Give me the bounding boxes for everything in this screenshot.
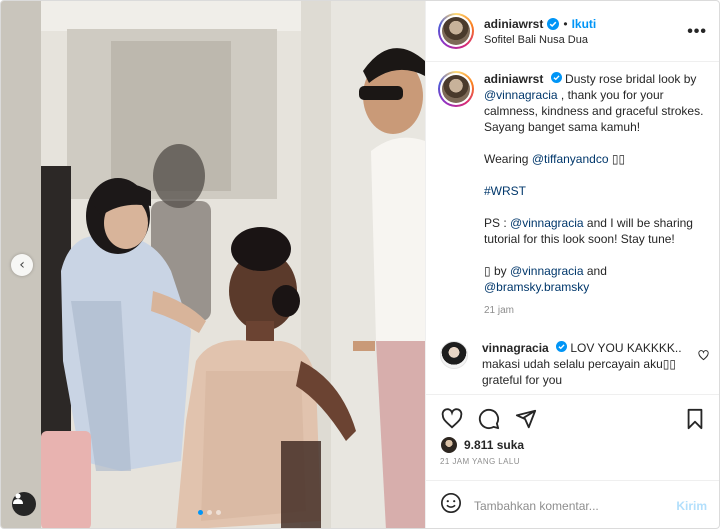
comment-like-heart-icon[interactable] xyxy=(698,348,709,366)
emoji-icon[interactable] xyxy=(440,492,462,519)
posted-time: 21 JAM YANG LALU xyxy=(440,457,520,466)
verified-badge-icon xyxy=(556,341,568,352)
header-separator: • xyxy=(563,16,568,31)
likes-summary[interactable]: 9.811 suka xyxy=(440,436,524,454)
caption-author-avatar[interactable] xyxy=(438,71,474,107)
credit-prefix: ▯ by xyxy=(484,264,510,278)
post-side-panel: adiniawrst • Ikuti Sofitel Bali Nusa Dua… xyxy=(425,1,719,528)
wearing-suffix: ▯▯ xyxy=(608,152,626,166)
add-comment-bar: Tambahkan komentar... Kirim xyxy=(426,480,719,528)
photo-illustration xyxy=(1,1,425,528)
user-icon xyxy=(13,493,23,504)
caption-line1: Dusty rose bridal look by xyxy=(561,72,697,86)
wearing-prefix: Wearing xyxy=(484,152,532,166)
caption-text: adiniawrst Dusty rose bridal look by @vi… xyxy=(484,71,711,319)
chevron-left-icon: ‹ xyxy=(19,257,25,273)
caption-time: 21 jam xyxy=(484,305,515,316)
credit-mention-vinnagracia[interactable]: @vinnagracia xyxy=(510,264,584,278)
verified-badge-icon xyxy=(547,17,560,30)
commenter-username[interactable]: vinnagracia xyxy=(482,341,549,355)
comment-text: vinnagracia LOV YOU KAKKKK.. makasi udah… xyxy=(482,340,687,388)
mention-vinnagracia[interactable]: @vinnagracia xyxy=(484,88,558,102)
credit-and: and xyxy=(583,264,607,278)
comment-bubble-icon[interactable] xyxy=(477,407,501,431)
commenter-avatar[interactable] xyxy=(440,341,468,369)
likes-count[interactable]: 9.811 suka xyxy=(464,438,524,452)
caption-scroll-area[interactable]: adiniawrst Dusty rose bridal look by @vi… xyxy=(438,71,711,321)
mention-tiffanyandco[interactable]: @tiffanyandco xyxy=(532,152,609,166)
more-options-icon[interactable]: ••• xyxy=(687,23,707,41)
carousel-prev-button[interactable]: ‹ xyxy=(11,254,33,276)
author-username[interactable]: adiniawrst xyxy=(484,17,543,31)
post-header: adiniawrst • Ikuti Sofitel Bali Nusa Dua… xyxy=(426,1,719,62)
liker-avatar xyxy=(440,436,458,454)
comment-item: vinnagracia LOV YOU KAKKKK.. makasi udah… xyxy=(438,340,711,388)
credit-mention-bramsky[interactable]: @bramsky.bramsky xyxy=(484,280,589,294)
caption-username[interactable]: adiniawrst xyxy=(484,72,543,86)
hashtag-wrst[interactable]: #WRST xyxy=(484,184,526,198)
instagram-post-modal: ‹ adiniawrst • Ikuti Sofitel Bali Nusa D… xyxy=(0,0,720,529)
tagged-users-button[interactable] xyxy=(12,492,36,516)
author-avatar[interactable] xyxy=(438,13,474,49)
follow-button[interactable]: Ikuti xyxy=(572,17,597,31)
save-bookmark-icon[interactable] xyxy=(683,407,707,431)
comment-input[interactable]: Tambahkan komentar... xyxy=(474,499,676,513)
verified-badge-icon xyxy=(550,72,562,83)
carousel-dot xyxy=(207,510,212,515)
post-photo[interactable]: ‹ xyxy=(1,1,425,528)
like-heart-icon[interactable] xyxy=(440,407,464,431)
ps-mention-vinnagracia[interactable]: @vinnagracia xyxy=(510,216,584,230)
share-paper-plane-icon[interactable] xyxy=(514,407,538,431)
post-comment-button[interactable]: Kirim xyxy=(676,499,707,513)
carousel-indicator xyxy=(198,510,221,515)
carousel-dot xyxy=(216,510,221,515)
carousel-dot-active xyxy=(198,510,203,515)
ps-prefix: PS : xyxy=(484,216,511,230)
post-location[interactable]: Sofitel Bali Nusa Dua xyxy=(484,34,596,46)
